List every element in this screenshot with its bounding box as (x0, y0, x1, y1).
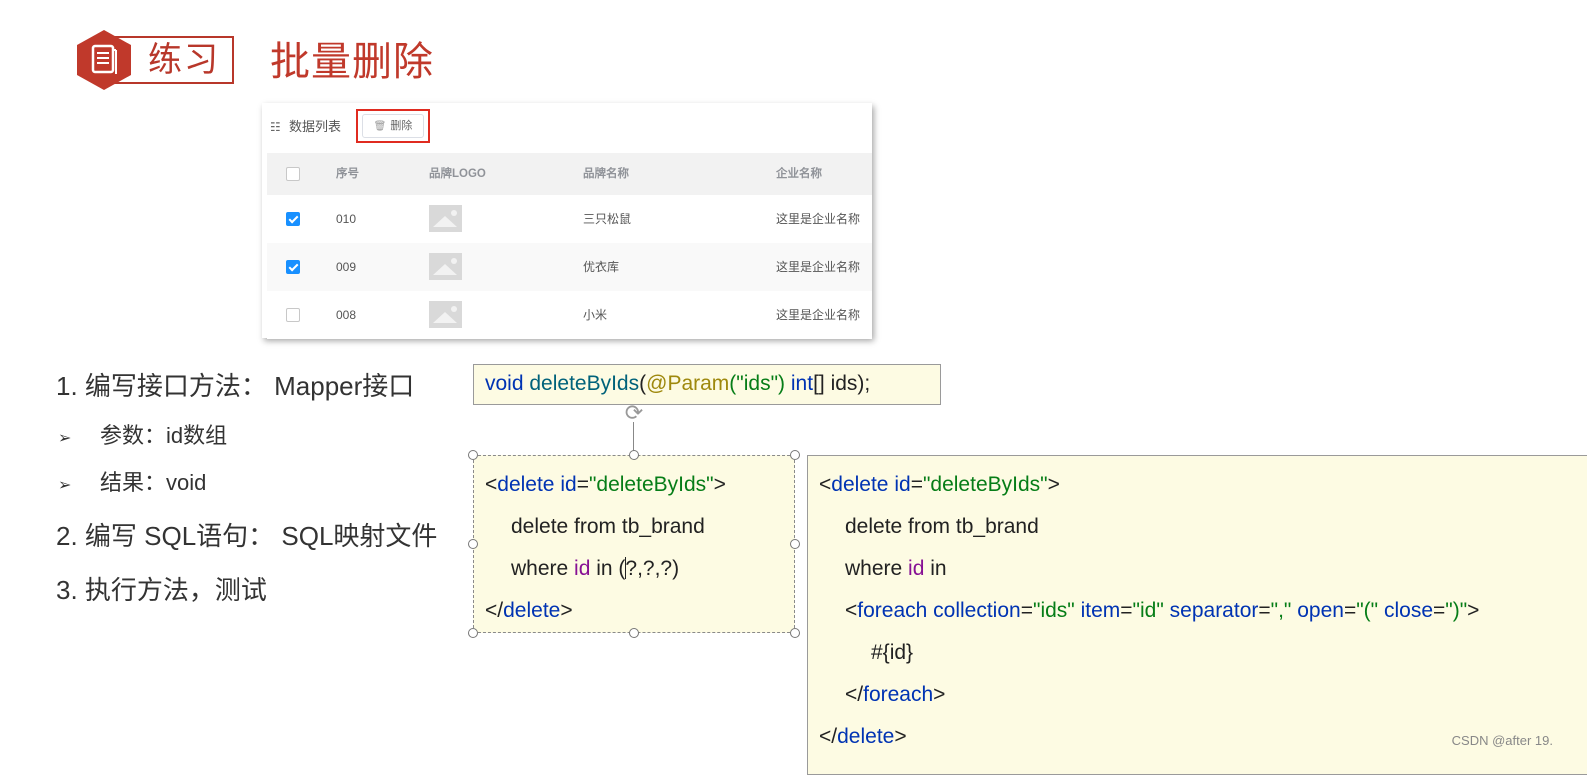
mapper-method-code-box[interactable]: void deleteByIds(@Param("ids") int[] ids… (473, 364, 941, 405)
resize-handle[interactable] (468, 539, 478, 549)
data-list-label: 数据列表 (289, 119, 342, 134)
image-placeholder-icon (429, 253, 462, 280)
column-header-logo: 品牌LOGO (429, 168, 486, 180)
watermark: CSDN @after 19. (1451, 733, 1553, 748)
param-bullet: 参数：id数组 (100, 423, 228, 448)
row-company: 这里是企业名称 (776, 260, 861, 274)
list-icon: ☷ (270, 120, 281, 134)
page-title: 批量删除 (270, 40, 434, 84)
column-header-company: 企业名称 (776, 168, 822, 180)
resize-handle[interactable] (790, 628, 800, 638)
code-line: </delete> (485, 599, 573, 622)
code-line: </foreach> (845, 683, 946, 706)
resize-handle[interactable] (468, 628, 478, 638)
code-line[interactable]: where id in (?,?,?) (511, 556, 679, 582)
code-line: delete from tb_brand (511, 515, 705, 538)
column-header-index: 序号 (336, 168, 359, 180)
row-company: 这里是企业名称 (776, 212, 861, 226)
code-line: #{id} (871, 641, 914, 664)
step-3: 3. 执行方法，测试 (56, 575, 267, 605)
row-checkbox[interactable] (286, 260, 300, 274)
code-line: delete from tb_brand (845, 515, 1039, 538)
row-checkbox[interactable] (286, 308, 300, 322)
column-header-brand: 品牌名称 (583, 168, 629, 180)
image-placeholder-icon (429, 301, 462, 328)
row-index: 010 (336, 212, 357, 226)
resize-handle[interactable] (468, 450, 478, 460)
result-bullet: 结果：void (100, 470, 207, 495)
code-line: where id in (845, 557, 947, 580)
row-index: 009 (336, 260, 357, 274)
rotate-handle-icon[interactable]: ⟳ (622, 401, 646, 425)
mapper-method-code: void deleteByIds(@Param("ids") int[] ids… (485, 372, 871, 395)
foreach-sql-code-box[interactable]: <delete id="deleteByIds"> delete from tb… (807, 455, 1587, 775)
row-index: 008 (336, 308, 357, 322)
data-list-panel: ☷ 数据列表 🗑 删除 序号 品牌LOGO 品牌名称 企业名称 010 三只松鼠 这… (262, 103, 872, 339)
row-company: 这里是企业名称 (776, 308, 861, 322)
code-line: </delete> (819, 725, 907, 748)
data-list-header: ☷ 数据列表 (270, 119, 341, 135)
code-line: <delete id="deleteByIds"> (819, 473, 1060, 496)
resize-handle[interactable] (790, 450, 800, 460)
trash-icon: 🗑 (373, 121, 387, 132)
resize-handle[interactable] (629, 450, 639, 460)
row-brand: 三只松鼠 (583, 212, 632, 226)
row-checkbox[interactable] (286, 212, 300, 226)
document-hexagon-icon (77, 30, 131, 90)
resize-handle[interactable] (629, 628, 639, 638)
table-row[interactable]: 009 优衣库 这里是企业名称 (267, 243, 872, 291)
simple-sql-code-box[interactable]: <delete id="deleteByIds"> delete from tb… (473, 455, 795, 633)
row-brand: 小米 (583, 308, 608, 322)
step-1: 1. 编写接口方法： Mapper接口 (56, 371, 415, 401)
image-placeholder-icon (429, 205, 462, 232)
arrow-bullet-icon: ➢ (58, 477, 72, 494)
table-row[interactable]: 008 小米 这里是企业名称 (267, 291, 872, 339)
row-brand: 优衣库 (583, 260, 620, 274)
resize-handle[interactable] (790, 539, 800, 549)
step-2: 2. 编写 SQL语句： SQL映射文件 (56, 521, 438, 551)
arrow-bullet-icon: ➢ (58, 430, 72, 447)
badge-label: 练习 (148, 41, 220, 79)
select-all-checkbox[interactable] (286, 167, 300, 181)
table-header: 序号 品牌LOGO 品牌名称 企业名称 (267, 153, 872, 195)
delete-button[interactable]: 🗑 删除 (362, 114, 424, 138)
table-row[interactable]: 010 三只松鼠 这里是企业名称 (267, 195, 872, 243)
code-line: <delete id="deleteByIds"> (485, 473, 726, 496)
code-line: <foreach collection="ids" item="id" sepa… (845, 599, 1480, 622)
delete-button-label: 删除 (390, 120, 413, 132)
